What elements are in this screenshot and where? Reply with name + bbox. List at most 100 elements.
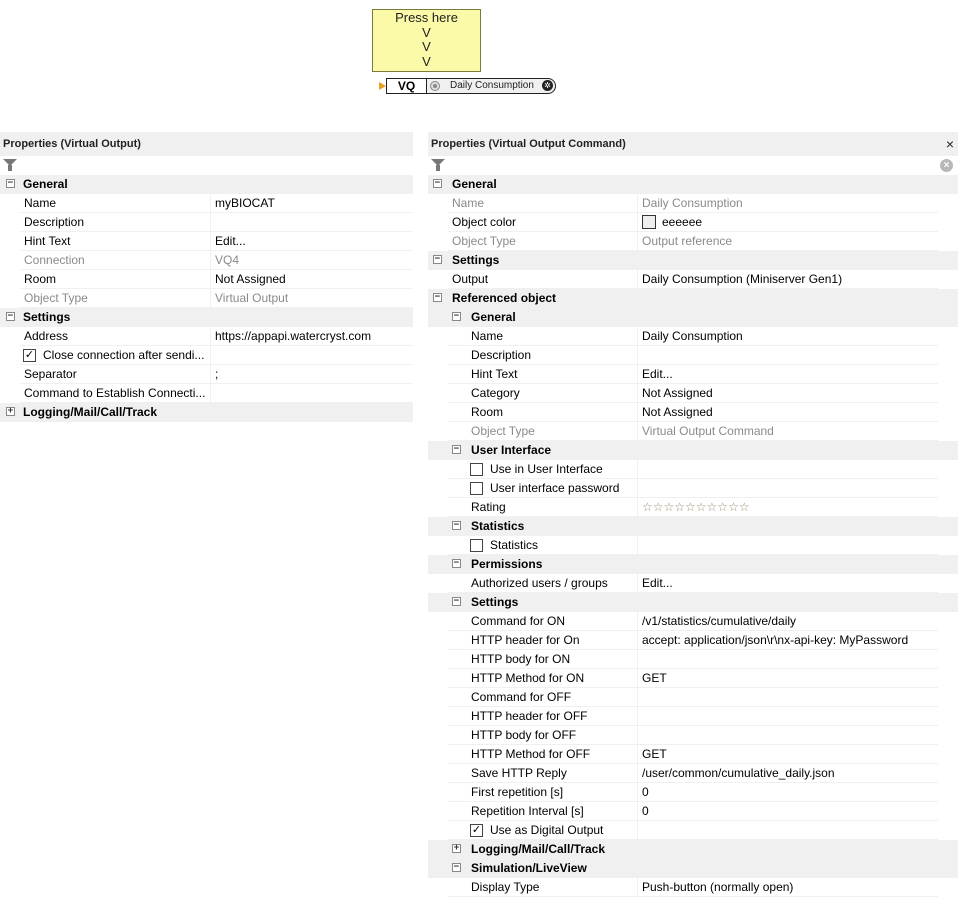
input-pin-icon[interactable] (379, 82, 386, 90)
collapse-icon[interactable]: − (6, 312, 15, 321)
collapse-icon[interactable]: − (452, 863, 461, 872)
filter-icon[interactable] (3, 159, 17, 171)
property-value-cell[interactable]: Not Assigned (637, 384, 938, 403)
property-row[interactable]: HTTP header for On accept: application/js… (428, 631, 958, 650)
property-value-cell[interactable]: GET (637, 745, 938, 764)
category-user-interface[interactable]: − User Interface (428, 441, 958, 460)
property-value-cell[interactable]: Not Assigned (637, 403, 938, 422)
property-row[interactable]: Description (0, 213, 413, 232)
category-general[interactable]: − General (428, 308, 958, 327)
category-general[interactable]: − General (0, 175, 413, 194)
property-row[interactable]: Separator; (0, 365, 413, 384)
property-value-cell[interactable] (637, 726, 938, 745)
property-row[interactable]: Description (428, 346, 958, 365)
checkbox[interactable] (470, 482, 483, 495)
property-row[interactable]: Hint Text Edit... (0, 232, 413, 251)
category-logging-mail-call-track[interactable]: + Logging/Mail/Call/Track (0, 403, 413, 422)
category-settings[interactable]: − Settings (0, 308, 413, 327)
property-value-cell[interactable]: Daily Consumption (Miniserver Gen1) (637, 270, 938, 289)
category-settings[interactable]: − Settings (428, 593, 958, 612)
property-value-cell[interactable]: GET (637, 669, 938, 688)
property-value-cell[interactable]: Push-button (normally open) (637, 878, 938, 897)
property-value-cell[interactable] (637, 688, 938, 707)
category-simulation-liveview[interactable]: − Simulation/LiveView (428, 859, 958, 878)
property-row[interactable]: Save HTTP Reply/user/common/cumulative_d… (428, 764, 958, 783)
collapse-icon[interactable]: − (6, 179, 15, 188)
property-row[interactable]: Object Type Output reference (428, 232, 958, 251)
property-row[interactable]: Room Not Assigned (0, 270, 413, 289)
collapse-icon[interactable]: − (452, 312, 461, 321)
press-here-note[interactable]: Press here V V V (372, 9, 481, 72)
property-value-cell[interactable]: Edit... (637, 574, 938, 593)
property-row[interactable]: Name Daily Consumption (428, 194, 958, 213)
property-value-cell[interactable] (637, 479, 938, 498)
category-permissions[interactable]: − Permissions (428, 555, 958, 574)
filter-icon[interactable] (431, 159, 445, 171)
property-row[interactable]: Command for OFF (428, 688, 958, 707)
property-row[interactable]: ✓ Use as Digital Output (428, 821, 958, 840)
property-value-cell[interactable] (637, 707, 938, 726)
property-row[interactable]: Command for ON/v1/statistics/cumulative/… (428, 612, 958, 631)
property-row[interactable]: HTTP body for ON (428, 650, 958, 669)
collapse-icon[interactable]: − (452, 521, 461, 530)
close-icon[interactable]: × (946, 132, 954, 156)
property-value-cell[interactable]: myBIOCAT (210, 194, 413, 213)
collapse-icon[interactable]: − (452, 445, 461, 454)
category-settings[interactable]: − Settings (428, 251, 958, 270)
property-row[interactable]: Connection VQ4 (0, 251, 413, 270)
property-value-cell[interactable]: /v1/statistics/cumulative/daily (637, 612, 938, 631)
property-row[interactable]: HTTP body for OFF (428, 726, 958, 745)
property-row[interactable]: Rating ☆☆☆☆☆☆☆☆☆☆ (428, 498, 958, 517)
property-value-cell[interactable]: Not Assigned (210, 270, 413, 289)
category-referenced-object[interactable]: − Referenced object (428, 289, 958, 308)
property-row[interactable]: Object Type Virtual Output Command (428, 422, 958, 441)
property-row[interactable]: Name myBIOCAT (0, 194, 413, 213)
property-row[interactable]: Statistics (428, 536, 958, 555)
property-row[interactable]: HTTP header for OFF (428, 707, 958, 726)
property-row[interactable]: User interface password (428, 479, 958, 498)
property-value-cell[interactable]: ; (210, 365, 413, 384)
virtual-output-block[interactable]: VQ Daily Consumption ✲ (379, 78, 557, 94)
gear-icon[interactable]: ✲ (542, 80, 553, 91)
property-row[interactable]: Hint Text Edit... (428, 365, 958, 384)
property-value-cell[interactable] (637, 650, 938, 669)
property-row[interactable]: ✓ Close connection after sendi... (0, 346, 413, 365)
property-row[interactable]: Address https://appapi.watercryst.com (0, 327, 413, 346)
property-value-cell[interactable]: /user/common/cumulative_daily.json (637, 764, 938, 783)
property-value-cell[interactable]: Edit... (210, 232, 413, 251)
property-value-cell[interactable]: eeeeee (637, 213, 938, 232)
checkbox[interactable]: ✓ (470, 824, 483, 837)
property-value-cell[interactable] (637, 536, 938, 555)
property-row[interactable]: Display Type Push-button (normally open) (428, 878, 958, 897)
expand-icon[interactable]: + (452, 844, 461, 853)
block-body[interactable]: Daily Consumption ✲ (426, 78, 556, 94)
checkbox[interactable]: ✓ (23, 349, 36, 362)
checkbox[interactable] (470, 539, 483, 552)
property-value-cell[interactable]: ☆☆☆☆☆☆☆☆☆☆ (637, 498, 938, 517)
property-value-cell[interactable]: 0 (637, 802, 938, 821)
property-row[interactable]: Repetition Interval [s] 0 (428, 802, 958, 821)
category-logging-mail-call-track[interactable]: + Logging/Mail/Call/Track (428, 840, 958, 859)
property-value-cell[interactable]: Daily Consumption (637, 327, 938, 346)
collapse-icon[interactable]: − (433, 179, 442, 188)
property-row[interactable]: Object color eeeeee (428, 213, 958, 232)
property-row[interactable]: Use in User Interface (428, 460, 958, 479)
expand-icon[interactable]: + (6, 407, 15, 416)
collapse-icon[interactable]: − (433, 255, 442, 264)
property-row[interactable]: HTTP Method for OFF GET (428, 745, 958, 764)
property-value-cell[interactable] (637, 821, 938, 840)
property-value-cell[interactable]: 0 (637, 783, 938, 802)
clear-filter-icon[interactable]: × (940, 159, 953, 172)
property-row[interactable]: Category Not Assigned (428, 384, 958, 403)
property-row[interactable]: Room Not Assigned (428, 403, 958, 422)
collapse-icon[interactable]: − (452, 559, 461, 568)
property-value-cell[interactable] (637, 346, 938, 365)
property-value-cell[interactable]: accept: application/json\r\nx-api-key: M… (637, 631, 938, 650)
property-value-cell[interactable] (210, 213, 413, 232)
property-value-cell[interactable]: Edit... (637, 365, 938, 384)
property-row[interactable]: Name Daily Consumption (428, 327, 958, 346)
category-general[interactable]: − General (428, 175, 958, 194)
property-row[interactable]: Object Type Virtual Output (0, 289, 413, 308)
color-swatch[interactable] (642, 214, 656, 229)
property-row[interactable]: First repetition [s] 0 (428, 783, 958, 802)
